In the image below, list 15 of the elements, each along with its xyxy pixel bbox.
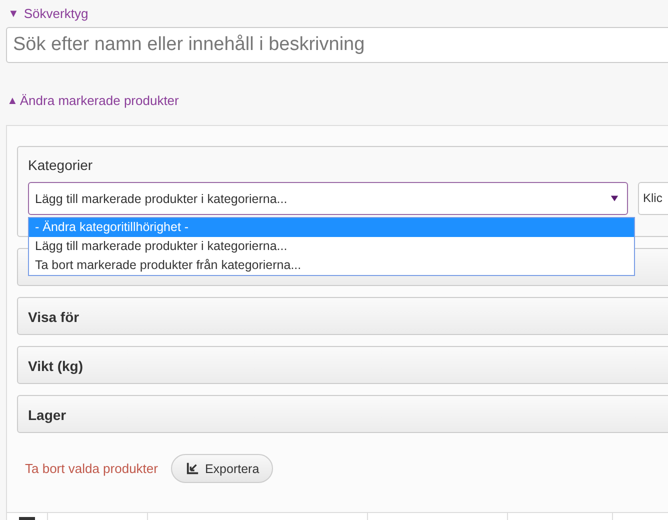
export-icon [186,462,199,475]
delete-selected-link[interactable]: Ta bort valda produkter [25,461,158,476]
section-header[interactable]: Visa för [17,297,668,335]
caret-icon [610,194,619,203]
edit-selected-toggle[interactable]: ▲Ändra markerade produkter [0,63,179,108]
export-button[interactable]: Exportera [170,454,274,483]
section-header[interactable]: Lager [17,395,668,433]
search-tools-toggle[interactable]: ▼ Sökverktyg [0,0,88,21]
card-title: Kategorier [28,157,94,173]
search-field[interactable]: Sök efter namn eller innehåll i beskrivning [6,27,668,63]
dropdown-option[interactable]: Ta bort markerade produkter från kategorierna... [29,256,634,275]
section-header[interactable]: Vikt (kg) [17,346,668,384]
category-field[interactable]: Klic [638,182,668,215]
dropdown-option[interactable]: Lägg till markerade produkter i kategorierna... [29,237,634,256]
category-action-select[interactable]: Lägg till markerade produkter i kategorierna... [28,182,628,215]
